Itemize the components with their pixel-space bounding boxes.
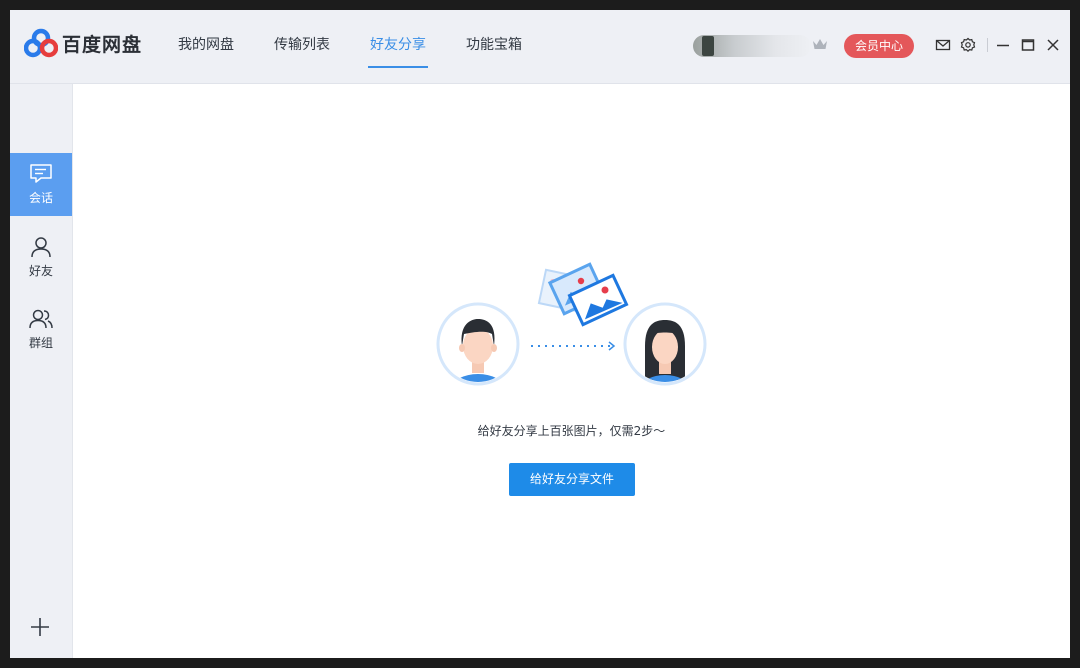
close-icon[interactable] <box>1046 37 1060 53</box>
share-file-button[interactable]: 给好友分享文件 <box>509 463 635 496</box>
vip-center-button[interactable]: 会员中心 <box>844 34 914 58</box>
user-account[interactable] <box>693 35 811 57</box>
gear-icon[interactable] <box>960 37 976 53</box>
group-icon <box>29 309 53 329</box>
avatar <box>702 36 714 56</box>
plus-icon[interactable] <box>29 616 51 638</box>
share-illustration <box>436 262 707 386</box>
share-hint-text: 给好友分享上百张图片，仅需2步～ <box>477 424 666 438</box>
mail-icon[interactable] <box>935 37 951 53</box>
main-nav: 我的网盘 传输列表 好友分享 功能宝箱 <box>178 10 562 83</box>
sidebar: 会话 好友 群组 <box>10 84 73 658</box>
chat-icon <box>30 164 52 183</box>
sidebar-item-groups[interactable]: 群组 <box>10 298 72 361</box>
maximize-icon[interactable] <box>1021 37 1035 53</box>
app-logo: 百度网盘 <box>24 28 142 58</box>
crown-icon <box>813 39 827 49</box>
minimize-icon[interactable] <box>996 37 1010 53</box>
app-window: 百度网盘 我的网盘 传输列表 好友分享 功能宝箱 会员中心 会话 好友 群组 给… <box>10 10 1070 658</box>
arrow-icon <box>531 341 616 351</box>
tab-my-drive[interactable]: 我的网盘 <box>178 10 234 83</box>
tab-transfer-list[interactable]: 传输列表 <box>274 10 330 83</box>
receiver-avatar-icon <box>623 302 707 386</box>
photos-icon <box>537 262 629 327</box>
header-divider <box>987 38 988 52</box>
tab-toolbox[interactable]: 功能宝箱 <box>466 10 522 83</box>
tab-friend-share[interactable]: 好友分享 <box>368 10 428 83</box>
sidebar-item-label: 会话 <box>28 191 53 205</box>
sidebar-item-chat[interactable]: 会话 <box>10 153 72 216</box>
app-name: 百度网盘 <box>62 33 143 56</box>
baidu-cloud-logo-icon <box>24 28 58 58</box>
person-icon <box>31 237 51 258</box>
main-panel: 给好友分享上百张图片，仅需2步～ 给好友分享文件 <box>73 84 1070 658</box>
sidebar-item-label: 群组 <box>28 336 53 350</box>
sidebar-item-friends[interactable]: 好友 <box>10 226 72 289</box>
sidebar-item-label: 好友 <box>28 264 53 278</box>
title-bar: 百度网盘 我的网盘 传输列表 好友分享 功能宝箱 会员中心 <box>10 10 1070 84</box>
sender-avatar-icon <box>436 302 520 386</box>
